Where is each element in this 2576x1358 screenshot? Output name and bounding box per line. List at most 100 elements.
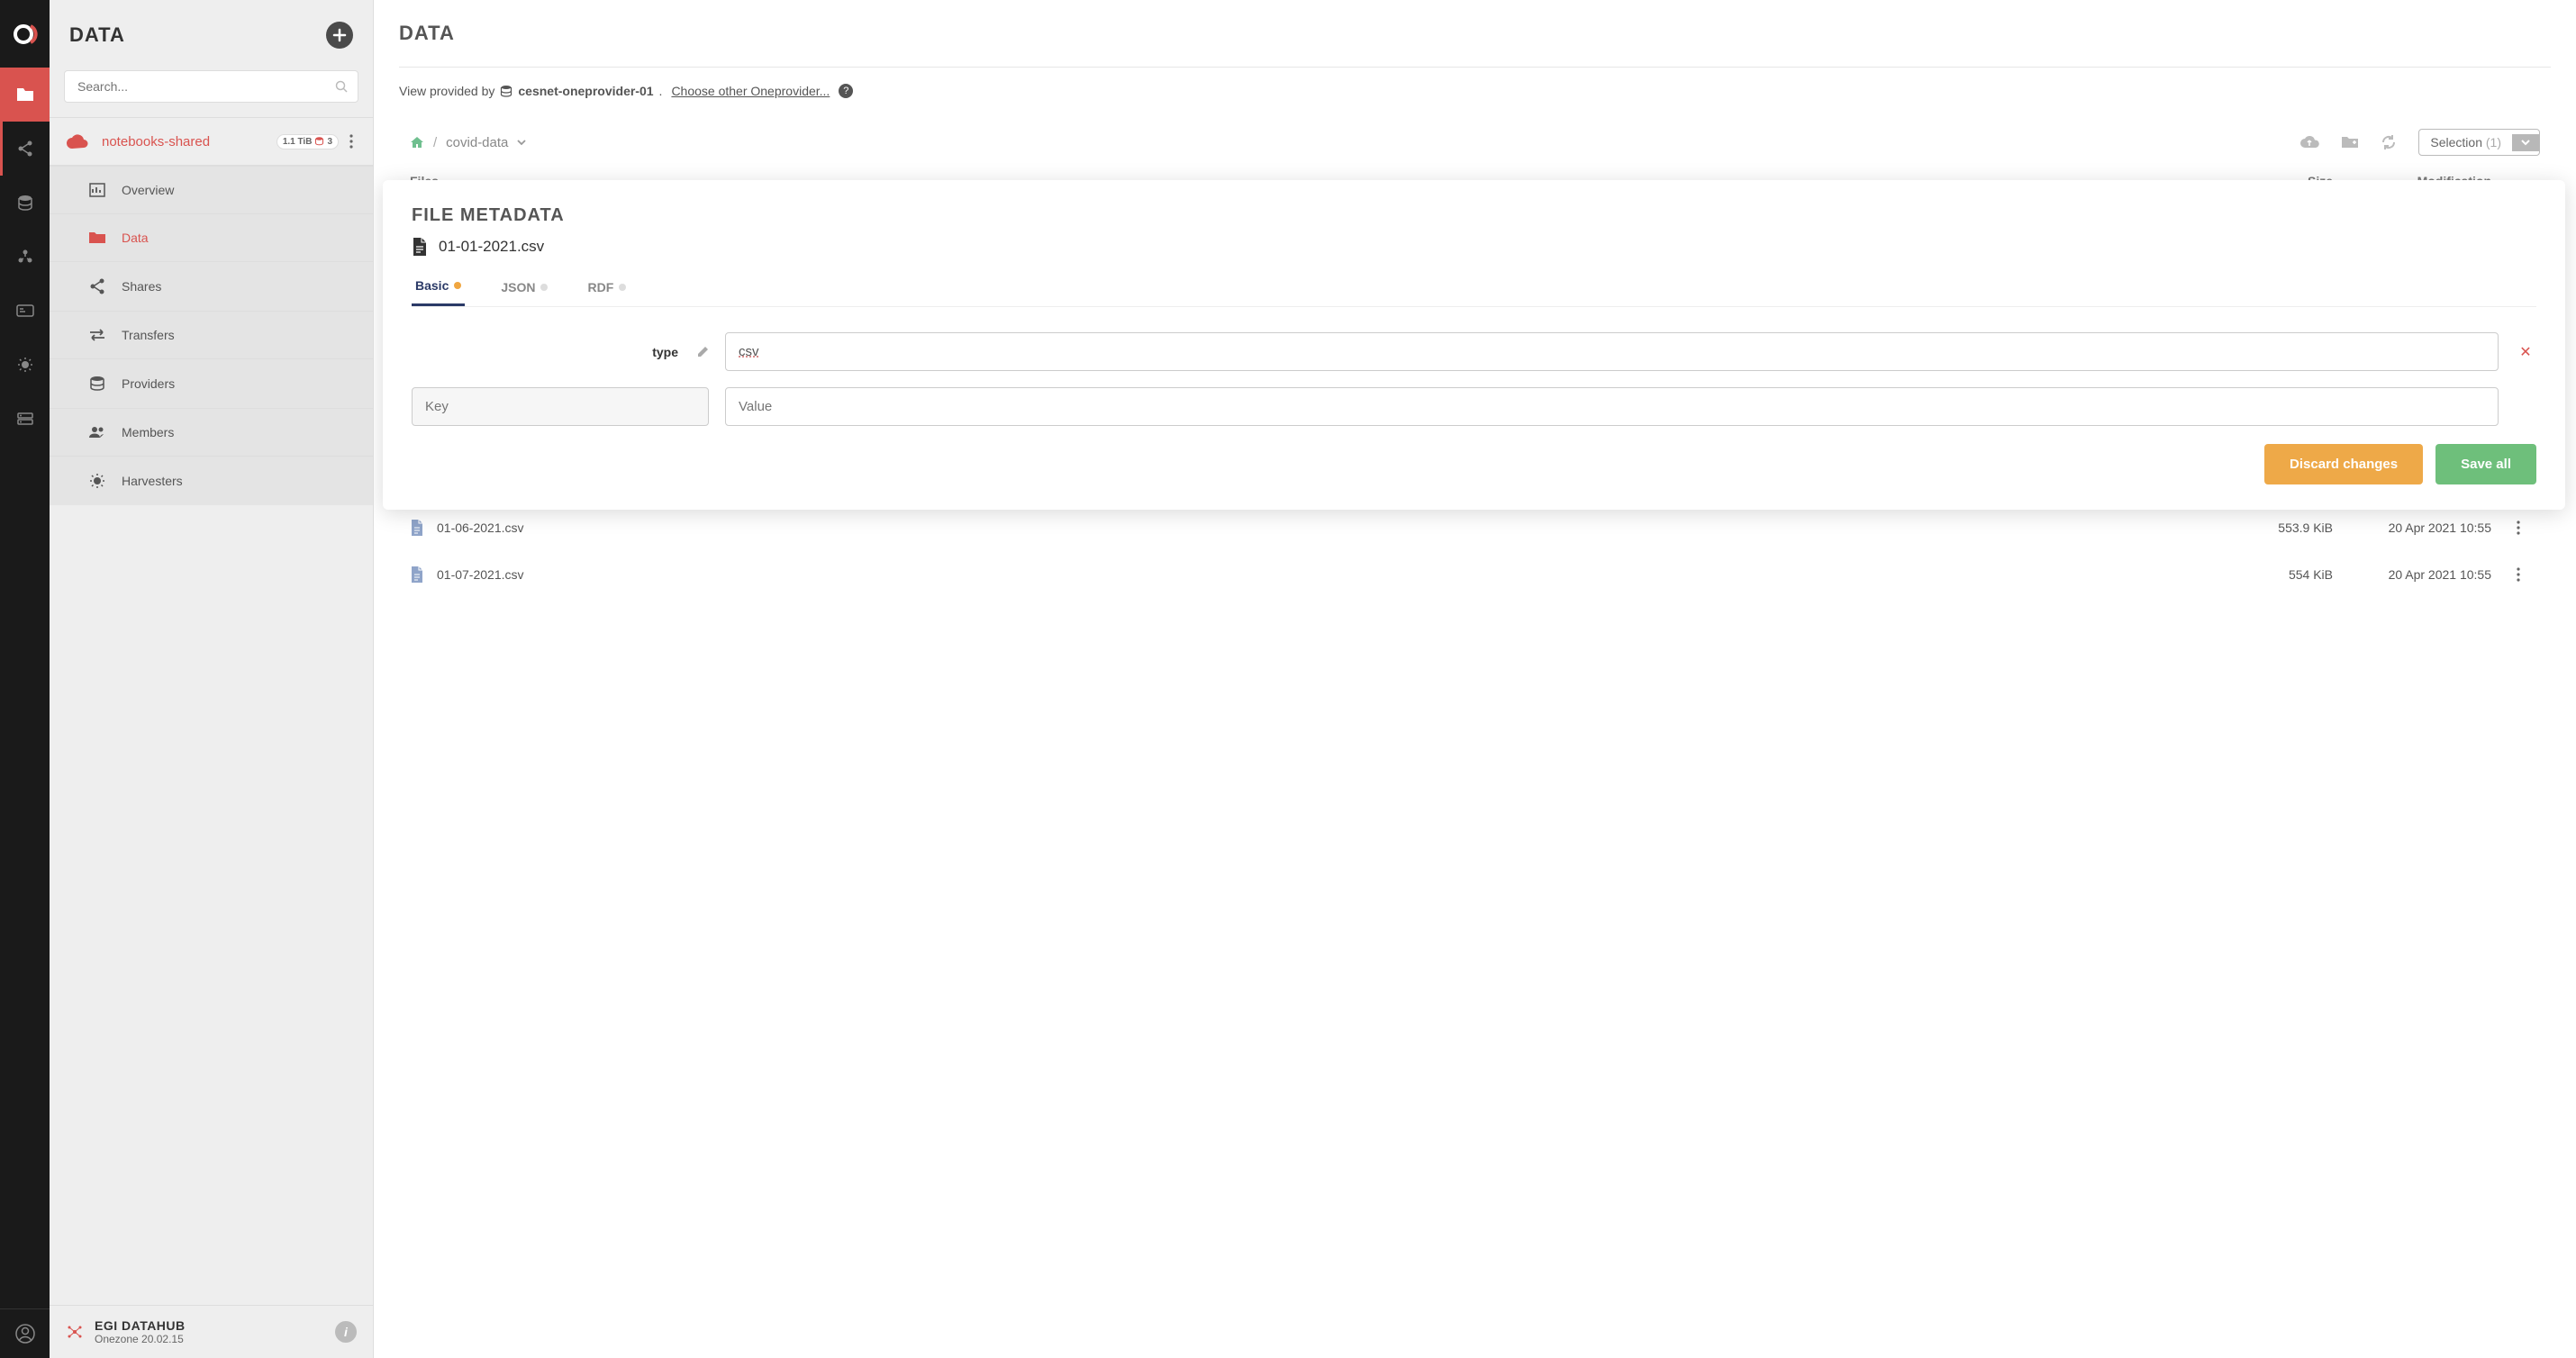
sidebar-item-label: Transfers [122,328,175,342]
chevron-down-icon[interactable] [517,140,526,146]
share-icon [87,278,107,294]
space-menu-button[interactable] [346,131,357,152]
bulb-icon [87,473,107,489]
refresh-icon[interactable] [2381,134,2397,150]
tab-basic[interactable]: Basic [412,278,465,306]
dots-vertical-icon [2517,567,2520,582]
provider-line: View provided by cesnet-oneprovider-01. … [399,84,2551,98]
main-panel: DATA View provided by cesnet-oneprovider… [374,0,2576,1358]
search-icon [335,80,348,93]
folder-icon [16,86,34,103]
nav-account[interactable] [0,1308,50,1358]
dots-vertical-icon [2517,521,2520,535]
metadata-tabs: Basic JSON RDF [412,278,2536,307]
datahub-icon [66,1323,84,1341]
save-button[interactable]: Save all [2435,444,2536,484]
disk-icon [315,137,323,146]
nav-automation[interactable] [0,392,50,446]
search-input[interactable] [64,70,358,103]
cluster-icon [17,249,33,265]
cloud-icon [66,133,89,149]
sidebar-item-data[interactable]: Data [50,213,373,261]
nav-harvesters[interactable] [0,338,50,392]
tab-json[interactable]: JSON [497,278,551,306]
selection-button[interactable]: Selection (1) [2418,129,2540,156]
members-icon [87,426,107,439]
tab-indicator-icon [454,282,461,289]
sidebar-item-transfers[interactable]: Transfers [50,311,373,358]
file-icon [410,566,424,584]
dots-vertical-icon [349,134,353,149]
footer-title: EGI DATAHUB [95,1318,186,1333]
sidebar: DATA notebooks-shared 1.1 TiB [50,0,374,1358]
metadata-key-input[interactable] [412,387,709,426]
sidebar-item-overview[interactable]: Overview [50,166,373,213]
sidebar-item-members[interactable]: Members [50,408,373,456]
sidebar-item-label: Harvesters [122,474,183,488]
table-row[interactable]: 01-07-2021.csv 554 KiB 20 Apr 2021 10:55 [399,551,2551,598]
sidebar-title: DATA [69,23,125,47]
help-icon[interactable]: ? [839,84,853,98]
space-row[interactable]: notebooks-shared 1.1 TiB 3 [50,117,373,166]
new-folder-icon[interactable] [2341,135,2359,149]
breadcrumb: / covid-data [410,135,526,150]
bulb-icon [17,357,33,373]
row-menu-button[interactable] [2513,564,2540,585]
provider-name: cesnet-oneprovider-01 [518,84,653,98]
divider [399,67,2551,68]
folder-icon [87,231,107,245]
breadcrumb-item[interactable]: covid-data [446,135,508,150]
nav-shares[interactable] [0,122,50,176]
row-menu-button[interactable] [2513,517,2540,539]
modal-filename-row: 01-01-2021.csv [412,237,2536,257]
nav-providers[interactable] [0,176,50,230]
info-button[interactable]: i [335,1321,357,1343]
footer-subtitle: Onezone 20.02.15 [95,1333,186,1345]
space-tree: Overview Data Shares Transfers Providers… [50,166,373,505]
metadata-value-input[interactable] [725,332,2499,371]
table-row[interactable]: 01-06-2021.csv 553.9 KiB 20 Apr 2021 10:… [399,504,2551,551]
metadata-new-row [412,387,2536,426]
sidebar-item-shares[interactable]: Shares [50,261,373,311]
choose-provider-link[interactable]: Choose other Oneprovider... [671,84,830,98]
discard-button[interactable]: Discard changes [2264,444,2423,484]
database-icon [500,85,512,97]
sidebar-item-label: Shares [122,279,161,294]
sidebar-item-label: Data [122,231,149,245]
avatar-icon [15,1324,35,1344]
tab-rdf[interactable]: RDF [584,278,630,306]
home-icon[interactable] [410,136,424,149]
file-icon [412,237,428,257]
modal-filename: 01-01-2021.csv [439,238,544,256]
chart-icon [87,183,107,197]
file-icon [410,519,424,537]
file-size: 553.9 KiB [2207,521,2333,535]
modal-title: FILE METADATA [412,205,2536,226]
nav-clusters[interactable] [0,230,50,284]
remove-row-button[interactable]: ✕ [2515,343,2536,361]
nav-data[interactable] [0,68,50,122]
metadata-value-input[interactable] [725,387,2499,426]
nav-tokens[interactable] [0,284,50,338]
tab-indicator-icon [540,284,548,291]
space-badge: 1.1 TiB 3 [277,134,339,149]
file-metadata-modal: FILE METADATA 01-01-2021.csv Basic JSON … [383,180,2565,510]
server-icon [17,412,33,425]
page-title: DATA [399,22,2551,45]
sidebar-footer: EGI DATAHUB Onezone 20.02.15 i [50,1305,373,1358]
app-logo [0,0,50,68]
pencil-icon [696,346,709,358]
file-size: 554 KiB [2207,567,2333,582]
chevron-down-icon [2512,134,2539,151]
sidebar-item-harvesters[interactable]: Harvesters [50,456,373,505]
sidebar-item-providers[interactable]: Providers [50,358,373,408]
add-button[interactable] [326,22,353,49]
share-icon [17,140,33,157]
plus-icon [332,28,347,42]
tab-indicator-icon [619,284,626,291]
metadata-row: type ✕ [412,332,2536,371]
file-name: 01-06-2021.csv [437,521,2207,535]
upload-icon[interactable] [2299,135,2319,149]
token-icon [16,304,34,317]
edit-key-button[interactable] [696,346,709,358]
